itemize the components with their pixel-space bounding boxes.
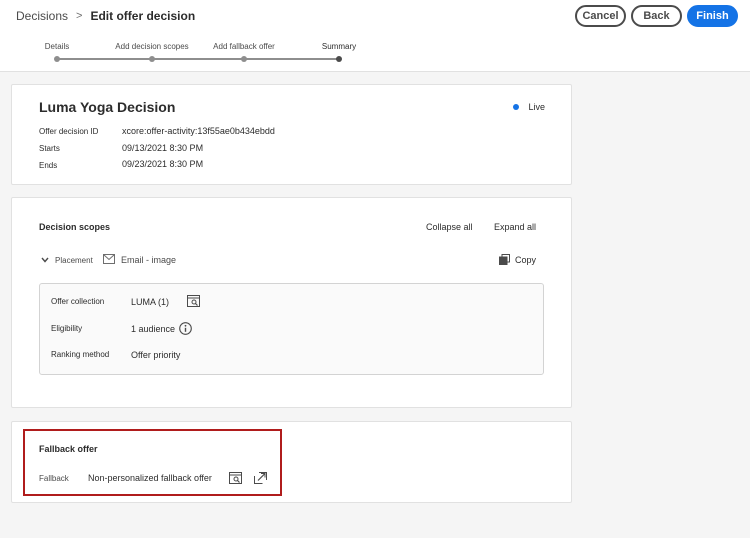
email-icon xyxy=(103,254,115,264)
step-fallback-offer-marker[interactable] xyxy=(241,56,247,62)
placement-value: Email - image xyxy=(121,255,177,265)
ends-value: 09/23/2021 8:30 PM xyxy=(122,159,204,169)
decision-scopes-title: Decision scopes xyxy=(39,222,111,232)
view-collection-icon[interactable] xyxy=(187,295,200,307)
placement-details-panel: Offer collection LUMA (1) Eligibility 1 … xyxy=(39,283,544,375)
breadcrumb-decisions-link[interactable]: Decisions xyxy=(16,9,68,23)
header-bar: Decisions > Edit offer decision Cancel B… xyxy=(0,0,750,72)
step-fallback-offer-label[interactable]: Add fallback offer xyxy=(213,42,275,51)
expand-all-button[interactable]: Expand all xyxy=(494,222,536,232)
ranking-method-label: Ranking method xyxy=(51,350,110,359)
highlight-annotation xyxy=(23,429,282,496)
offer-decision-id-label: Offer decision ID xyxy=(39,127,99,136)
info-icon[interactable] xyxy=(179,322,192,335)
collapse-all-button[interactable]: Collapse all xyxy=(426,222,473,232)
ends-label: Ends xyxy=(39,161,58,170)
chevron-right-icon: > xyxy=(76,10,83,22)
step-decision-scopes-label[interactable]: Add decision scopes xyxy=(115,42,188,51)
chevron-down-icon[interactable] xyxy=(41,257,49,263)
placement-label: Placement xyxy=(55,256,93,265)
eligibility-value: 1 audience xyxy=(131,324,176,334)
step-summary-marker[interactable] xyxy=(336,56,342,62)
finish-button[interactable]: Finish xyxy=(687,5,738,27)
step-summary-label[interactable]: Summary xyxy=(322,42,356,51)
stepper-track xyxy=(57,58,339,60)
status-badge: Live xyxy=(513,102,545,112)
decision-info-card: Luma Yoga Decision Live Offer decision I… xyxy=(11,84,572,185)
back-button[interactable]: Back xyxy=(631,5,682,27)
offer-decision-id-value: xcore:offer-activity:13f55ae0b434ebdd xyxy=(122,126,275,136)
starts-value: 09/13/2021 8:30 PM xyxy=(122,143,204,153)
offer-collection-label: Offer collection xyxy=(51,297,105,306)
step-decision-scopes-marker[interactable] xyxy=(149,56,155,62)
ranking-method-value: Offer priority xyxy=(131,350,181,360)
decision-scopes-card: Decision scopes Collapse all Expand all … xyxy=(11,197,572,408)
copy-icon[interactable] xyxy=(499,254,510,265)
decision-name: Luma Yoga Decision xyxy=(39,99,176,115)
copy-button[interactable]: Copy xyxy=(515,255,536,265)
offer-collection-value: LUMA (1) xyxy=(131,297,170,307)
status-dot-icon xyxy=(513,104,520,110)
eligibility-label: Eligibility xyxy=(51,324,83,333)
breadcrumb: Decisions > Edit offer decision xyxy=(16,9,195,23)
step-details-label[interactable]: Details xyxy=(45,42,69,51)
status-label: Live xyxy=(528,102,545,112)
step-details-marker[interactable] xyxy=(54,56,60,62)
starts-label: Starts xyxy=(39,144,60,153)
cancel-button[interactable]: Cancel xyxy=(575,5,626,27)
page-title: Edit offer decision xyxy=(90,9,196,23)
